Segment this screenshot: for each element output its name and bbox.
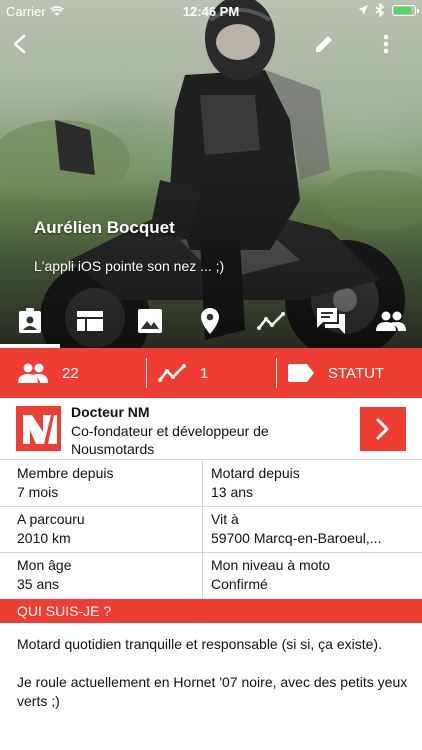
info-divider: [202, 507, 203, 553]
info-divider: [202, 461, 203, 507]
company-name: Docteur NM: [71, 404, 150, 420]
info-row: Mon âge 35 ans Mon niveau à moto Confirm…: [0, 553, 422, 599]
route-icon: [257, 312, 285, 330]
edit-profile-button[interactable]: [310, 30, 338, 58]
location-arrow-icon: [358, 5, 368, 15]
riding-level-value: Confirmé: [211, 576, 268, 592]
tab-messages[interactable]: [316, 306, 346, 336]
stats-divider: [276, 358, 277, 388]
member-since-value: 7 mois: [17, 484, 59, 500]
profile-tabs: [0, 300, 422, 344]
friends-stat-button[interactable]: 22: [18, 348, 79, 398]
rides-count: 1: [200, 364, 209, 382]
stats-divider: [146, 358, 147, 388]
rides-stat-button[interactable]: 1: [158, 348, 208, 398]
riding-level-label: Mon niveau à moto: [211, 557, 331, 573]
more-options-button[interactable]: [372, 30, 400, 58]
tab-places[interactable]: [195, 306, 225, 336]
location-pin-icon: [201, 308, 219, 334]
rider-since: Motard depuis 13 ans: [211, 464, 411, 502]
distance-label: A parcouru: [17, 511, 85, 527]
pencil-icon: [316, 36, 332, 52]
status-bar: Carrier 12:46 PM: [0, 0, 422, 22]
distance: A parcouru 2010 km: [17, 510, 197, 548]
info-row: A parcouru 2010 km Vit à 59700 Marcq-en-…: [0, 507, 422, 553]
lives-in-label: Vit à: [211, 511, 239, 527]
tab-rides[interactable]: [256, 306, 286, 336]
profile-tagline: L'appli iOS pointe son nez ... ;): [34, 258, 225, 274]
chat-icon: [317, 308, 345, 334]
profile-name: Aurélien Bocquet: [34, 218, 175, 237]
group-icon: [18, 363, 48, 383]
company-role: Co-fondateur et développeur de Nousmotar…: [71, 423, 269, 457]
more-vertical-icon: [383, 34, 389, 54]
status-button[interactable]: STATUT: [288, 348, 384, 398]
status-label: STATUT: [328, 364, 385, 382]
rider-since-label: Motard depuis: [211, 465, 300, 481]
profile-cover: [0, 0, 422, 348]
age-label: Mon âge: [17, 557, 72, 573]
open-company-button[interactable]: [360, 407, 406, 451]
chevron-right-icon: [376, 418, 389, 440]
dashboard-icon: [77, 311, 103, 331]
tag-icon: [288, 364, 314, 382]
company-logo: [16, 406, 61, 451]
tab-dashboard[interactable]: [75, 306, 105, 336]
about-section-header: QUI SUIS-JE ?: [0, 599, 422, 623]
battery-icon: [392, 4, 419, 16]
company-card: Docteur NM Co-fondateur et développeur d…: [0, 398, 422, 460]
about-text: Motard quotidien tranquille et responsab…: [17, 635, 409, 730]
age: Mon âge 35 ans: [17, 556, 197, 594]
friends-count: 22: [62, 364, 79, 382]
nousmotards-logo-icon: [23, 415, 57, 444]
profile-badge-icon: [19, 308, 41, 333]
about-paragraph: Motard quotidien tranquille et responsab…: [17, 636, 382, 652]
status-right: [358, 3, 419, 17]
tab-profile[interactable]: [15, 306, 45, 336]
bluetooth-icon: [375, 3, 385, 17]
back-button[interactable]: [6, 30, 34, 58]
tab-photos[interactable]: [135, 306, 165, 336]
rider-since-value: 13 ans: [211, 484, 254, 500]
stats-bar: 22 1 STATUT: [0, 348, 422, 398]
lives-in: Vit à 59700 Marcq-en-Baroeul,...: [211, 510, 411, 548]
info-divider: [202, 553, 203, 599]
lives-in-value: 59700 Marcq-en-Baroeul,...: [211, 530, 382, 546]
photo-icon: [138, 309, 162, 333]
tab-friends[interactable]: [376, 306, 406, 336]
member-since-label: Membre depuis: [17, 465, 114, 481]
distance-value: 2010 km: [17, 530, 71, 546]
info-row: Membre depuis 7 mois Motard depuis 13 an…: [0, 461, 422, 507]
age-value: 35 ans: [17, 576, 60, 592]
member-since: Membre depuis 7 mois: [17, 464, 197, 502]
chevron-left-icon: [13, 34, 26, 54]
riding-level: Mon niveau à moto Confirmé: [211, 556, 411, 594]
about-paragraph: Je roule actuellement en Hornet '07 noir…: [17, 674, 408, 709]
route-icon: [158, 364, 186, 382]
group-icon: [376, 311, 406, 331]
